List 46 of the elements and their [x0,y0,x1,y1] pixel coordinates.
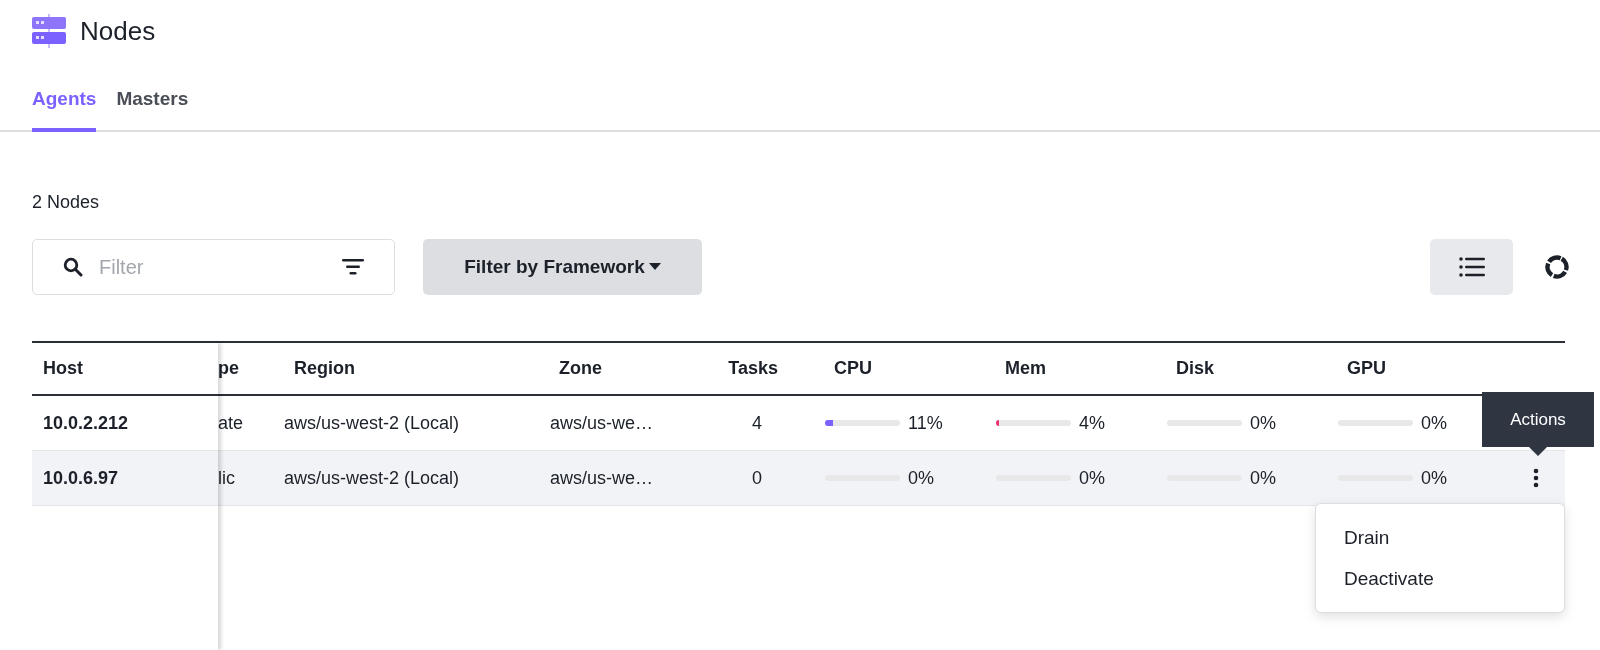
node-count: 2 Nodes [32,192,100,213]
menu-item[interactable]: Deactivate [1316,558,1564,599]
refresh-button[interactable] [1544,254,1570,280]
filter-by-framework-button[interactable]: Filter by Framework [423,239,702,295]
column-header[interactable]: Host [43,358,83,379]
usage-percent: 0% [908,467,934,489]
column-header[interactable]: pe [218,358,239,379]
usage-percent: 0% [1079,467,1105,489]
tab[interactable]: Agents [32,88,97,132]
more-icon [1532,468,1539,488]
table-cell: aws/us-west-2 (Local) [284,467,460,489]
tab[interactable]: Masters [116,88,189,132]
usage-percent: 0% [1421,467,1447,489]
usage-percent: 0% [1250,467,1276,489]
column-header[interactable]: CPU [834,358,872,379]
usage-percent: 11% [908,412,943,434]
column-header[interactable]: Region [294,358,355,379]
table-cell: aws/us-we… [550,412,654,434]
page-title: Nodes [80,15,156,47]
column-header[interactable]: Disk [1176,358,1215,379]
tooltip: Actions [1482,392,1594,456]
table-cell: aws/us-west-2 (Local) [284,412,460,434]
host-name[interactable]: 10.0.6.97 [43,467,119,489]
column-header[interactable]: Zone [559,358,602,379]
usage-percent: 4% [1079,412,1105,434]
column-header[interactable]: Tasks [728,358,778,379]
search-icon [63,257,83,277]
caret-icon [648,263,661,271]
filter-input[interactable]: Filter [97,254,328,280]
server-icon [32,14,66,48]
table-cell: 4 [752,412,762,434]
filter-field[interactable]: Filter [32,239,395,295]
table-cell: lic [218,467,235,489]
table-cell: ate [218,412,244,434]
table-cell: 0 [752,467,762,489]
filter-icon[interactable] [342,259,364,275]
list-view-button[interactable] [1430,239,1513,295]
column-header[interactable]: GPU [1347,358,1386,379]
menu-item[interactable]: Drain [1316,517,1564,558]
usage-percent: 0% [1421,412,1447,434]
list-icon [1458,257,1485,277]
host-name[interactable]: 10.0.2.212 [43,412,129,434]
column-header[interactable]: Mem [1005,358,1046,379]
usage-percent: 0% [1250,412,1276,434]
refresh-icon [1544,254,1570,280]
table-cell: aws/us-we… [550,467,654,489]
